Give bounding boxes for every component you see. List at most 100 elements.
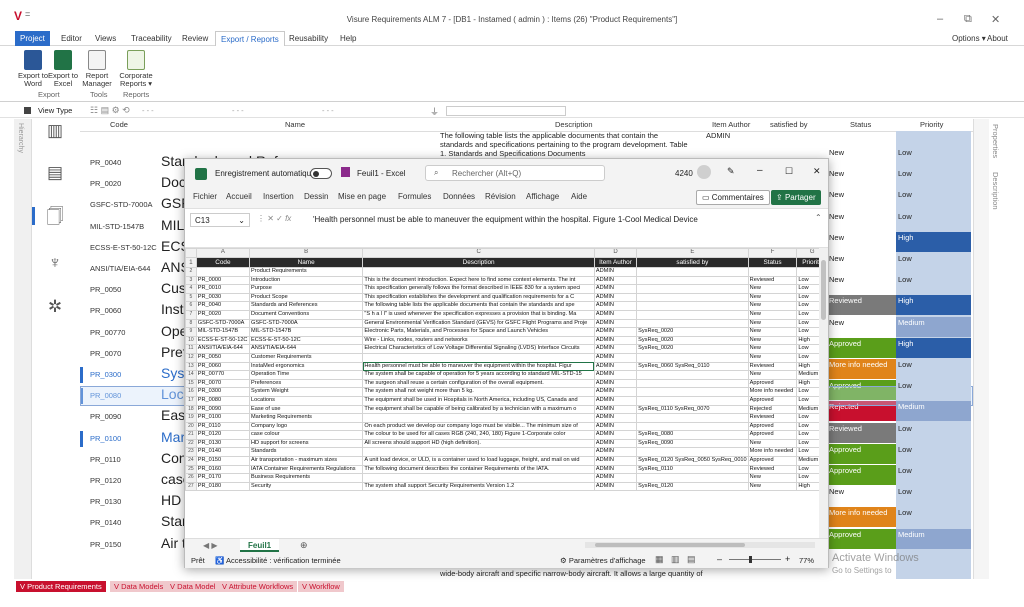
excel-cell[interactable] (636, 395, 749, 406)
grid-row-priority[interactable]: Low (896, 465, 971, 485)
excel-cell[interactable]: This specification generally follows the… (362, 284, 595, 294)
row-number[interactable]: 12 (185, 352, 197, 363)
grid-row-priority[interactable]: High (896, 231, 971, 252)
grid-row-code[interactable]: PR_0070 (90, 349, 121, 358)
excel-cell[interactable]: New (747, 284, 798, 294)
grid-row-status[interactable]: New (825, 486, 897, 506)
excel-menu-accueil[interactable]: Accueil (226, 192, 252, 201)
excel-cell[interactable]: case colour (248, 430, 364, 440)
excel-cell[interactable]: ADMIN (593, 335, 638, 346)
row-number[interactable]: 23 (185, 447, 197, 458)
excel-cell[interactable]: ADMIN (593, 309, 638, 320)
excel-cell[interactable]: New (747, 318, 798, 329)
excel-cell[interactable]: System Weight (248, 387, 364, 397)
excel-cell[interactable]: ECSS-E-ST-50-12C (248, 335, 364, 346)
excel-cell[interactable]: More info needed (747, 447, 798, 458)
excel-cell[interactable] (636, 284, 749, 294)
excel-menu-mise-en-page[interactable]: Mise en page (338, 192, 386, 201)
filter-3[interactable]: - - - (322, 106, 334, 115)
excel-cell[interactable]: Standards (248, 447, 364, 458)
excel-cell[interactable]: ADMIN (593, 481, 638, 492)
excel-cell[interactable]: Business Requirements (248, 473, 364, 483)
excel-cell[interactable]: PR_0040 (195, 301, 250, 311)
excel-cell[interactable]: ANSI/TIA/EIA-644 (248, 344, 364, 354)
excel-cell[interactable]: PR_0130 (195, 438, 250, 449)
excel-cell[interactable]: InstaMed ergonomics (248, 361, 364, 372)
grid-row-priority[interactable]: Low (896, 189, 971, 209)
excel-cell[interactable]: SysReq_0090 (636, 438, 749, 449)
excel-cell[interactable] (636, 378, 749, 389)
excel-cell[interactable]: Product Scope (248, 292, 364, 303)
document-icon[interactable]: 🗍 (45, 207, 65, 227)
name-box[interactable]: C13 ⌄ (190, 213, 250, 227)
chart-icon[interactable]: ▥ (45, 121, 65, 141)
excel-cell[interactable]: PR_0300 (195, 387, 250, 397)
right-side-panel[interactable] (973, 119, 989, 579)
row-number[interactable]: 2 (185, 267, 197, 277)
excel-cell[interactable]: PR_0080 (195, 395, 250, 406)
add-sheet-icon[interactable]: ⊕ (300, 540, 308, 551)
tab-data-model[interactable]: V Data Model (166, 581, 220, 592)
col-name[interactable]: Name (285, 119, 305, 131)
excel-cell[interactable]: Electronic Parts, Materials, and Process… (362, 327, 595, 337)
excel-cell[interactable]: The following table lists the applicable… (362, 301, 595, 311)
filter-icon[interactable]: ⏚ (430, 105, 439, 118)
excel-cell[interactable]: New (747, 309, 798, 320)
excel-cell[interactable]: More info needed (747, 387, 798, 397)
excel-cell[interactable]: New (747, 344, 798, 354)
network-icon[interactable]: ✲ (45, 297, 65, 317)
excel-cell[interactable]: GSFC-STD-7000A (248, 318, 364, 329)
sheet-tab-feuil1[interactable]: Feuil1 (240, 539, 280, 552)
excel-cell[interactable]: SysReq_0060 SysReq_0110 (636, 361, 749, 372)
header-cell[interactable]: Name (248, 257, 364, 268)
excel-cell[interactable]: The colour to be used for all cases RGB … (362, 430, 595, 440)
excel-cell[interactable]: ADMIN (593, 275, 638, 286)
excel-cell[interactable]: New (747, 301, 798, 311)
excel-menu-donnees[interactable]: Données (443, 192, 475, 201)
excel-cell[interactable]: Health personnel must be able to maneuve… (362, 361, 595, 372)
row-number[interactable]: 15 (185, 378, 197, 389)
toolbar-icons[interactable]: ☷ ▤ ⚙ ⟲ (90, 105, 130, 116)
excel-cell[interactable]: SysReq_0020 (636, 344, 749, 354)
about-menu[interactable]: About (982, 31, 1013, 46)
row-number[interactable]: 10 (185, 335, 197, 346)
excel-cell[interactable]: New (747, 481, 798, 492)
grid-row-priority[interactable]: Medium (896, 401, 971, 422)
excel-menu-affichage[interactable]: Affichage (526, 192, 559, 201)
excel-cell[interactable]: PR_0100 (195, 413, 250, 423)
autosave-toggle[interactable] (310, 168, 332, 179)
excel-cell[interactable]: PR_0170 (195, 473, 250, 483)
excel-cell[interactable]: GSFC-STD-7000A (195, 318, 250, 329)
grid-row-name[interactable]: Con (161, 450, 187, 466)
col-description[interactable]: Description (555, 119, 593, 131)
excel-cell[interactable]: SysReq_0120 (636, 481, 749, 492)
excel-cell[interactable]: Company logo (248, 421, 364, 432)
grid-row-priority[interactable]: Low (896, 423, 971, 443)
grid-row-priority[interactable]: Low (896, 253, 971, 273)
grid-row-priority[interactable]: Medium (896, 316, 971, 337)
grid-row-code[interactable]: GSFC-STD-7000A (90, 200, 153, 209)
grid-row-code[interactable]: MIL-STD-1547B (90, 222, 144, 231)
excel-cell[interactable]: ADMIN (593, 352, 638, 363)
excel-cell[interactable]: The equipment shall be capable of being … (362, 404, 595, 415)
column-letter[interactable]: B (248, 248, 364, 258)
excel-cell[interactable]: PR_0090 (195, 404, 250, 415)
header-cell[interactable]: Code (195, 257, 250, 268)
tab-project[interactable]: Project (15, 31, 50, 46)
row-number[interactable]: 22 (185, 438, 197, 449)
col-author[interactable]: Item Author (712, 119, 750, 131)
row-number[interactable]: 19 (185, 413, 197, 423)
excel-cell[interactable]: Marketing Requirements (248, 413, 364, 423)
tab-editor[interactable]: Editor (56, 31, 87, 46)
excel-cell[interactable]: PR_0150 (195, 456, 250, 466)
col-status[interactable]: Status (850, 119, 871, 131)
excel-cell[interactable] (362, 267, 595, 277)
tab-product-requirements[interactable]: V Product Requirements (16, 581, 106, 592)
tree-icon[interactable]: ♆ (45, 253, 65, 273)
excel-cell[interactable]: New (747, 292, 798, 303)
excel-cell[interactable]: ECSS-E-ST-50-12C (195, 335, 250, 346)
grid-row-name[interactable]: Inst (161, 301, 184, 317)
excel-cell[interactable]: This specification establishes the devel… (362, 292, 595, 303)
excel-cell[interactable]: This is the document introduction. Expec… (362, 275, 595, 286)
excel-cell[interactable]: ADMIN (593, 456, 638, 466)
